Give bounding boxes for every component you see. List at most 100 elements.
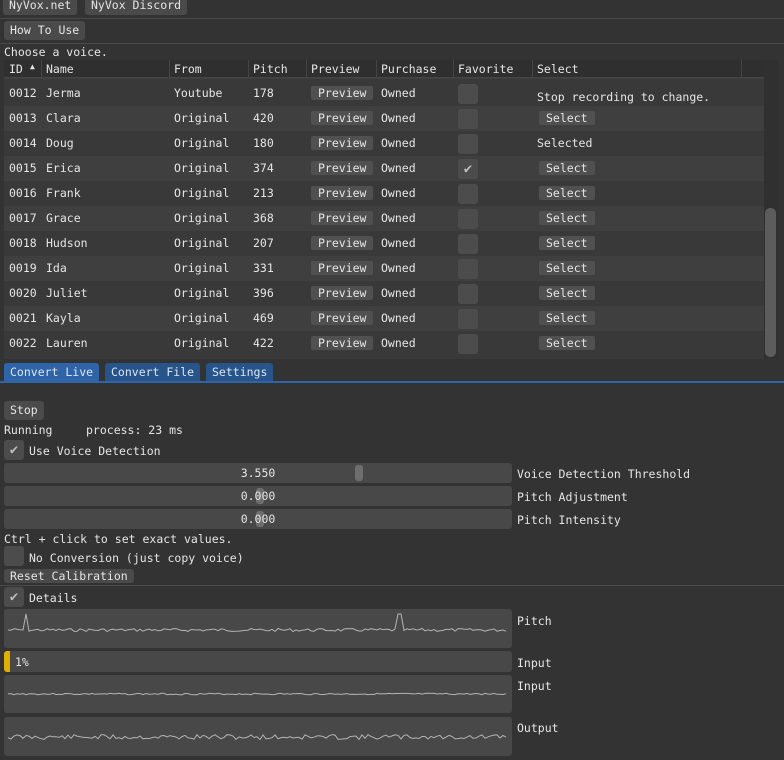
voice-name: Kayla — [46, 311, 81, 325]
favorite-checkbox[interactable] — [458, 334, 478, 354]
waveform-line — [7, 613, 507, 633]
favorite-checkbox[interactable] — [458, 209, 478, 229]
divider — [0, 18, 784, 19]
preview-button[interactable]: Preview — [311, 211, 374, 225]
tab-convert-live[interactable]: Convert Live — [4, 363, 100, 382]
use-voice-detection-checkbox[interactable]: ✔ — [4, 440, 24, 460]
tab-convert-file[interactable]: Convert File — [105, 363, 201, 382]
slider-voice-detection-threshold[interactable]: 3.550 — [4, 463, 512, 483]
select-button[interactable]: Select — [539, 111, 595, 125]
select-button[interactable]: Select — [539, 211, 595, 225]
column-header-from[interactable]: From — [174, 62, 202, 76]
table-scrollbar[interactable] — [764, 60, 778, 359]
preview-button[interactable]: Preview — [311, 136, 374, 150]
details-checkbox[interactable]: ✔ — [4, 587, 24, 607]
column-header-select[interactable]: Select — [537, 62, 579, 76]
preview-button[interactable]: Preview — [311, 261, 374, 275]
table-row: 0016 Frank Original 213 Preview Owned Select — [4, 181, 764, 206]
select-button[interactable]: Select — [539, 336, 595, 350]
divider — [0, 43, 784, 44]
voice-pitch: 180 — [253, 136, 274, 150]
voice-pitch: 420 — [253, 111, 274, 125]
select-button[interactable]: Select — [539, 161, 595, 175]
column-header-preview[interactable]: Preview — [311, 62, 359, 76]
favorite-checkbox[interactable] — [458, 134, 478, 154]
preview-button[interactable]: Preview — [311, 336, 374, 350]
preview-button[interactable]: Preview — [311, 311, 374, 325]
table-row: 0021 Kayla Original 469 Preview Owned Select — [4, 306, 764, 331]
slider-pitch-intensity[interactable]: 0.000 — [4, 509, 512, 529]
voice-name: Grace — [46, 211, 81, 225]
table-row: 0017 Grace Original 368 Preview Owned Select — [4, 206, 764, 231]
select-button[interactable]: Select — [539, 311, 595, 325]
preview-button[interactable]: Preview — [311, 161, 374, 175]
select-button[interactable]: Select — [539, 186, 595, 200]
nyvox-net-button[interactable]: NyVox.net — [3, 0, 78, 15]
favorite-checkbox[interactable] — [458, 84, 478, 104]
slider-pitch-adjustment[interactable]: 0.000 — [4, 486, 512, 506]
divider — [0, 585, 784, 586]
favorite-checkbox[interactable] — [458, 234, 478, 254]
process-time-text: process: 23 ms — [86, 423, 183, 437]
favorite-checkbox[interactable] — [458, 184, 478, 204]
input-plot-label: Input — [517, 679, 552, 693]
purchase-status: Owned — [381, 111, 416, 125]
choose-voice-label: Choose a voice. — [4, 45, 108, 59]
voice-pitch: 422 — [253, 336, 274, 350]
voice-from: Original — [174, 261, 230, 275]
preview-button[interactable]: Preview — [311, 186, 374, 200]
output-plot-label: Output — [517, 721, 559, 735]
table-row: 0012 Jerma Youtube 178 Preview Owned Stop reco… — [4, 81, 764, 106]
input-plot — [4, 675, 512, 713]
favorite-checkbox[interactable] — [458, 109, 478, 129]
slider-value: 0.000 — [240, 512, 276, 526]
voice-name: Frank — [46, 186, 81, 200]
voice-table: 0012 Jerma Youtube 178 Preview Owned Stop reco… — [4, 60, 778, 359]
use-voice-detection-label: Use Voice Detection — [29, 444, 161, 458]
purchase-status: Owned — [381, 186, 416, 200]
purchase-status: Owned — [381, 336, 416, 350]
preview-button[interactable]: Preview — [311, 286, 374, 300]
select-button[interactable]: Select — [539, 286, 595, 300]
table-row: 0015 Erica Original 374 Preview Owned ✔ Select — [4, 156, 764, 181]
column-header-favorite[interactable]: Favorite — [458, 62, 513, 76]
favorite-checkbox[interactable]: ✔ — [458, 159, 478, 179]
column-header-id[interactable]: ID — [9, 62, 23, 76]
no-conversion-checkbox[interactable] — [4, 546, 24, 566]
select-button[interactable]: Select — [539, 261, 595, 275]
nyvox-discord-button[interactable]: NyVox Discord — [85, 0, 188, 15]
stop-button[interactable]: Stop — [4, 401, 44, 420]
table-row: 0018 Hudson Original 207 Preview Owned Select — [4, 231, 764, 256]
preview-button[interactable]: Preview — [311, 111, 374, 125]
slider-label: Pitch Intensity — [517, 513, 621, 527]
column-header-purchase[interactable]: Purchase — [381, 62, 436, 76]
voice-from: Original — [174, 336, 230, 350]
voice-pitch: 374 — [253, 161, 274, 175]
voice-id: 0020 — [9, 286, 37, 300]
select-button[interactable]: Select — [539, 236, 595, 250]
favorite-checkbox[interactable] — [458, 259, 478, 279]
waveform-line — [7, 692, 507, 696]
column-header-name[interactable]: Name — [46, 62, 74, 76]
column-header-pitch[interactable]: Pitch — [253, 62, 288, 76]
pitch-plot-label: Pitch — [517, 614, 552, 628]
voice-from: Original — [174, 311, 230, 325]
scrollbar-thumb[interactable] — [765, 208, 776, 357]
preview-button[interactable]: Preview — [311, 236, 374, 250]
voice-id: 0016 — [9, 186, 37, 200]
slider-label: Pitch Adjustment — [517, 490, 628, 504]
voice-id: 0015 — [9, 161, 37, 175]
voice-pitch: 178 — [253, 86, 274, 100]
tab-settings[interactable]: Settings — [206, 363, 274, 382]
preview-button[interactable]: Preview — [311, 86, 374, 100]
how-to-use-button[interactable]: How To Use — [4, 21, 86, 40]
favorite-checkbox[interactable] — [458, 284, 478, 304]
voice-pitch: 331 — [253, 261, 274, 275]
voice-from: Original — [174, 286, 230, 300]
voice-name: Juliet — [46, 286, 88, 300]
favorite-checkbox[interactable] — [458, 309, 478, 329]
table-header: ID ▲ Name From Pitch Preview Purchase Fa… — [4, 60, 764, 78]
voice-id: 0021 — [9, 311, 37, 325]
purchase-status: Owned — [381, 286, 416, 300]
reset-calibration-button[interactable]: Reset Calibration — [4, 569, 134, 583]
